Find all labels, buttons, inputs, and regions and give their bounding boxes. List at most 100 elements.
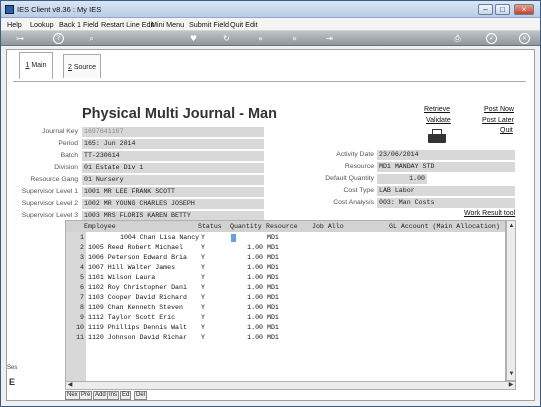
- cell-employee[interactable]: 1112 Taylor Scott Eric: [88, 314, 175, 321]
- cell-status[interactable]: Y: [201, 304, 205, 311]
- search-icon[interactable]: ⌕: [86, 33, 97, 44]
- cell-resource[interactable]: MD1: [267, 254, 279, 261]
- division-field[interactable]: 01 Estate Div 1: [82, 163, 264, 173]
- cell-status[interactable]: Y: [201, 234, 205, 241]
- help-icon[interactable]: ?: [53, 33, 64, 44]
- cell-status[interactable]: Y: [201, 294, 205, 301]
- side-e-icon[interactable]: E: [9, 377, 15, 387]
- accept-icon[interactable]: ✓: [486, 33, 497, 44]
- cell-employee[interactable]: 1007 Hill Walter James: [88, 264, 175, 271]
- minimize-button[interactable]: –: [478, 4, 493, 15]
- cell-quantity[interactable]: 1.00: [226, 274, 263, 281]
- menu-back-1-field[interactable]: Back 1 Field: [59, 20, 99, 29]
- retrieve-link[interactable]: Retrieve: [424, 106, 450, 113]
- cell-status[interactable]: Y: [201, 314, 205, 321]
- cell-employee[interactable]: 1102 Roy Christopher Dani: [88, 284, 187, 291]
- cell-employee[interactable]: 1109 Chan Kenneth Steven: [88, 304, 183, 311]
- cell-resource[interactable]: MD1: [267, 324, 279, 331]
- cell-quantity[interactable]: 1.00: [226, 334, 263, 341]
- scroll-down-icon[interactable]: ▼: [508, 370, 515, 379]
- cell-employee[interactable]: 1006 Peterson Edward Bria: [88, 254, 187, 261]
- delete-button[interactable]: Del: [134, 391, 148, 400]
- add-button[interactable]: Add: [93, 391, 108, 400]
- rewind-icon[interactable]: «: [255, 33, 266, 44]
- tab-main[interactable]: 1 Main: [19, 52, 53, 79]
- edit-button[interactable]: Ed: [120, 391, 132, 400]
- cell-resource[interactable]: MD1: [267, 244, 279, 251]
- col-gl-account[interactable]: GL Account (Main Allocation): [389, 223, 500, 230]
- cell-resource[interactable]: MD1: [267, 234, 279, 241]
- table-row[interactable]: 6 1102 Roy Christopher Dani Y 1.00 MD1: [66, 283, 505, 293]
- cell-employee[interactable]: 1005 Reed Robert Michael: [88, 244, 183, 251]
- scroll-up-icon[interactable]: ▲: [508, 222, 515, 231]
- insert-button[interactable]: Ins: [107, 391, 120, 400]
- scroll-left-icon[interactable]: ◀: [66, 382, 74, 389]
- cell-resource[interactable]: MD1: [267, 274, 279, 281]
- cancel-icon[interactable]: ×: [519, 33, 530, 44]
- close-window-button[interactable]: ×: [514, 4, 534, 15]
- cell-status[interactable]: Y: [201, 284, 205, 291]
- cost-type-field[interactable]: LAB Labor: [377, 186, 515, 196]
- menu-quit-edit[interactable]: Quit Edit: [230, 20, 258, 29]
- cell-quantity[interactable]: 1.00: [226, 284, 263, 291]
- quit-link[interactable]: Quit: [500, 127, 513, 134]
- menu-mini-menu[interactable]: Mini Menu: [151, 20, 184, 29]
- cell-quantity[interactable]: 1.00: [226, 314, 263, 321]
- cell-resource[interactable]: MD1: [267, 294, 279, 301]
- table-row[interactable]: 9 1112 Taylor Scott Eric Y 1.00 MD1: [66, 313, 505, 323]
- skip-end-icon[interactable]: ⇥: [324, 33, 335, 44]
- cell-resource[interactable]: MD1: [267, 304, 279, 311]
- default-quantity-field[interactable]: 1.00: [377, 174, 427, 184]
- refresh-icon[interactable]: ↻: [221, 33, 232, 44]
- print-icon[interactable]: ⎙: [452, 33, 463, 44]
- cell-employee[interactable]: 1103 Cooper David Richard: [88, 294, 187, 301]
- grid-horizontal-scrollbar[interactable]: ◀ ▶: [65, 381, 516, 390]
- batch-field[interactable]: TT-230614: [82, 151, 264, 161]
- tab-source[interactable]: 2 Source: [63, 54, 101, 78]
- activity-date-field[interactable]: 23/06/2014: [377, 150, 515, 160]
- previous-button[interactable]: Pre: [79, 391, 93, 400]
- supervisor-level-2-field[interactable]: 1002 MR YOUNG CHARLES JOSEPH: [82, 199, 264, 209]
- table-row[interactable]: 1 1004 Chan Lisa Nancy Y MD1: [66, 233, 505, 243]
- table-row[interactable]: 3 1006 Peterson Edward Bria Y 1.00 MD1: [66, 253, 505, 263]
- resource-field[interactable]: MD1 MANDAY STD: [377, 162, 515, 172]
- cell-resource[interactable]: MD1: [267, 284, 279, 291]
- cell-employee[interactable]: 1120 Johnson David Richar: [88, 334, 187, 341]
- grid-vertical-scrollbar[interactable]: ▲ ▼: [506, 220, 516, 381]
- cell-quantity[interactable]: 1.00: [226, 244, 263, 251]
- col-status[interactable]: Status: [198, 223, 222, 230]
- col-resource[interactable]: Resource: [266, 223, 298, 230]
- cell-status[interactable]: Y: [201, 264, 205, 271]
- cell-employee[interactable]: 1119 Phillips Dennis Walt: [88, 324, 187, 331]
- table-row[interactable]: 5 1101 Wilson Laura Y 1.00 MD1: [66, 273, 505, 283]
- fast-forward-icon[interactable]: »: [289, 33, 300, 44]
- work-result-tool-link[interactable]: Work Result tool: [464, 210, 515, 217]
- cell-quantity[interactable]: 1.00: [226, 294, 263, 301]
- cell-employee[interactable]: 1101 Wilson Laura: [88, 274, 155, 281]
- scroll-right-icon[interactable]: ▶: [507, 382, 515, 389]
- post-later-link[interactable]: Post Later: [482, 117, 514, 124]
- key-icon[interactable]: ⊶: [9, 33, 31, 44]
- table-row[interactable]: 7 1103 Cooper David Richard Y 1.00 MD1: [66, 293, 505, 303]
- journal-key-field[interactable]: 1697641107: [82, 127, 264, 137]
- table-row[interactable]: 2 1005 Reed Robert Michael Y 1.00 MD1: [66, 243, 505, 253]
- supervisor-level-1-field[interactable]: 1001 MR LEE FRANK SCOTT: [82, 187, 264, 197]
- cost-analysis-field[interactable]: 003: Man Costs: [377, 198, 515, 208]
- table-row[interactable]: 8 1109 Chan Kenneth Steven Y 1.00 MD1: [66, 303, 505, 313]
- cell-quantity[interactable]: 1.00: [226, 304, 263, 311]
- cell-status[interactable]: Y: [201, 254, 205, 261]
- maximize-button[interactable]: □: [495, 4, 510, 15]
- cell-status[interactable]: Y: [201, 274, 205, 281]
- cell-status[interactable]: Y: [201, 244, 205, 251]
- period-field[interactable]: 165: Jun 2014: [82, 139, 264, 149]
- menu-submit-field[interactable]: Submit Field: [189, 20, 229, 29]
- col-employee[interactable]: Employee: [84, 223, 116, 230]
- menu-restart-line-edit[interactable]: Restart Line Edit: [101, 20, 154, 29]
- cell-resource[interactable]: MD1: [267, 314, 279, 321]
- menu-help[interactable]: Help: [7, 20, 22, 29]
- col-job-allo[interactable]: Job Allo: [312, 223, 344, 230]
- next-button[interactable]: Nex: [65, 391, 80, 400]
- cell-employee[interactable]: 1004 Chan Lisa Nancy: [120, 234, 199, 241]
- cell-quantity[interactable]: 1.00: [226, 254, 263, 261]
- cell-status[interactable]: Y: [201, 324, 205, 331]
